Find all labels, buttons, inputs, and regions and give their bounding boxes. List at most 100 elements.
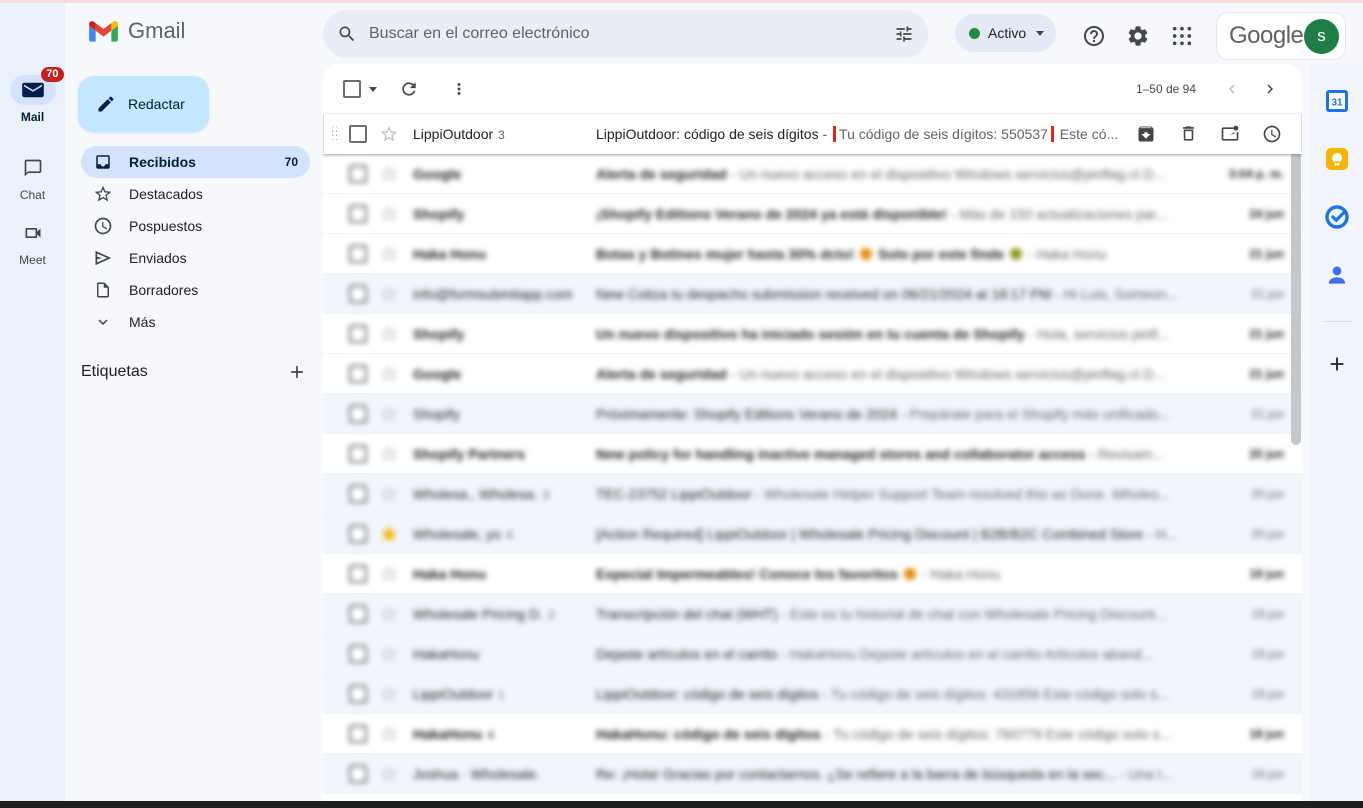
rail-item-chat[interactable]: Chat	[0, 153, 65, 202]
folder-nav: Recibidos 70 Destacados Pospuestos Envia…	[65, 146, 323, 338]
email-checkbox[interactable]	[349, 685, 367, 703]
email-checkbox[interactable]	[349, 445, 367, 463]
select-dropdown-icon[interactable]	[369, 87, 377, 92]
thread-count: 2	[548, 608, 555, 622]
refresh-button[interactable]	[391, 71, 427, 107]
rail-item-meet[interactable]: Meet	[0, 218, 65, 267]
email-row[interactable]: :::::: Haka Honu Botas y Botines mujer h…	[323, 234, 1302, 274]
star-toggle-icon[interactable]	[379, 364, 399, 384]
google-apps-icon[interactable]	[1168, 22, 1196, 50]
email-row[interactable]: :::::: Shopify Próximamente: Shopify Edi…	[323, 394, 1302, 434]
email-checkbox[interactable]	[349, 645, 367, 663]
email-checkbox[interactable]	[349, 325, 367, 343]
sidebar-item-drafts[interactable]: Borradores	[81, 274, 310, 306]
delete-icon[interactable]	[1178, 124, 1198, 144]
mail-unread-badge: 70	[41, 67, 63, 82]
star-toggle-icon[interactable]	[379, 684, 399, 704]
email-checkbox[interactable]	[349, 765, 367, 783]
star-toggle-icon[interactable]	[379, 524, 399, 544]
email-row[interactable]: :::::: Joshua · Wholesale. Re: ¡Hola! Gr…	[323, 754, 1302, 794]
star-toggle-icon[interactable]	[379, 564, 399, 584]
email-row[interactable]: :::::: Google Alerta de seguridad - Un n…	[323, 354, 1302, 394]
select-all-checkbox[interactable]	[343, 80, 361, 98]
star-toggle-icon[interactable]	[379, 404, 399, 424]
email-checkbox[interactable]	[349, 605, 367, 623]
email-row[interactable]: :::::: info@formsubmitapp.com New Cotiza…	[323, 274, 1302, 314]
email-checkbox[interactable]	[349, 565, 367, 583]
email-row[interactable]: :::::: Haka Honu Especial Impermeables! …	[323, 554, 1302, 594]
more-options-button[interactable]	[441, 71, 477, 107]
email-row[interactable]: :::::: Wholesale, yo4 [Action Required] …	[323, 514, 1302, 554]
email-sender: HakaHonu4	[413, 726, 596, 742]
email-row[interactable]: :::::: Wholesale Pricing D.2 Transcripci…	[323, 594, 1302, 634]
avatar[interactable]: s	[1304, 19, 1339, 54]
email-checkbox[interactable]	[349, 405, 367, 423]
email-row[interactable]: :::::: HakaHonu Dejaste artículos en el …	[323, 634, 1302, 674]
email-checkbox[interactable]	[349, 725, 367, 743]
email-row[interactable]: :::::: HakaHonu4 HakaHonu: código de sei…	[323, 714, 1302, 754]
mark-unread-icon[interactable]	[1220, 124, 1240, 144]
email-checkbox[interactable]	[349, 525, 367, 543]
star-toggle-icon[interactable]	[379, 604, 399, 624]
star-toggle-icon[interactable]	[379, 244, 399, 264]
star-toggle-icon[interactable]	[379, 124, 399, 144]
sidebar-item-inbox[interactable]: Recibidos 70	[81, 146, 310, 178]
star-toggle-icon[interactable]	[379, 284, 399, 304]
google-account-chip[interactable]: Google s	[1216, 12, 1346, 60]
tasks-icon[interactable]	[1321, 201, 1353, 233]
help-button[interactable]	[1080, 22, 1108, 50]
labels-title: Etiquetas	[81, 363, 148, 381]
email-date: 21 jun	[1206, 327, 1292, 341]
get-addons-icon[interactable]	[1321, 348, 1353, 380]
email-checkbox[interactable]	[349, 245, 367, 263]
newer-page-button[interactable]	[1216, 73, 1248, 105]
sidebar-item-sent[interactable]: Enviados	[81, 242, 310, 274]
star-toggle-icon[interactable]	[379, 764, 399, 784]
email-date: 19 jun	[1206, 687, 1292, 701]
email-checkbox[interactable]	[349, 125, 367, 143]
email-row[interactable]: :::::: Google Alerta de seguridad - Un n…	[323, 154, 1302, 194]
email-checkbox[interactable]	[349, 485, 367, 503]
settings-button[interactable]	[1124, 22, 1152, 50]
email-row[interactable]: :::::: Shopify Un nuevo dispositivo ha i…	[323, 314, 1302, 354]
star-toggle-icon[interactable]	[379, 204, 399, 224]
email-row[interactable]: :::::: Shopify Partners New policy for h…	[323, 434, 1302, 474]
sidebar-item-starred[interactable]: Destacados	[81, 178, 310, 210]
drag-handle-icon[interactable]: ::::::	[329, 128, 341, 140]
older-page-button[interactable]	[1254, 73, 1286, 105]
email-checkbox[interactable]	[349, 205, 367, 223]
email-sender: Haka Honu	[413, 246, 596, 262]
email-snippet: - HakaHonu Dejaste artículos en el carri…	[777, 646, 1153, 662]
list-scrollbar[interactable]	[1291, 118, 1301, 445]
star-toggle-icon[interactable]	[379, 724, 399, 744]
email-row[interactable]: :::::: LippiOutdoor3 LippiOutdoor: códig…	[323, 114, 1302, 154]
add-label-icon[interactable]	[287, 362, 307, 382]
contacts-icon[interactable]	[1321, 259, 1353, 291]
sidebar-item-snoozed[interactable]: Pospuestos	[81, 210, 310, 242]
email-checkbox[interactable]	[349, 165, 367, 183]
email-row[interactable]: :::::: Wholesa., Wholesa.3 TEC-23752 Lip…	[323, 474, 1302, 514]
archive-icon[interactable]	[1136, 124, 1156, 144]
snooze-icon[interactable]	[1262, 124, 1282, 144]
sidebar-item-more[interactable]: Más	[81, 306, 310, 338]
email-checkbox[interactable]	[349, 285, 367, 303]
status-selector[interactable]: Activo	[955, 14, 1056, 52]
calendar-icon[interactable]: 31	[1321, 85, 1353, 117]
email-row[interactable]: :::::: Shopify ¡Shopify Editions Verano …	[323, 194, 1302, 234]
compose-button[interactable]: Redactar	[78, 76, 209, 132]
search-options-icon[interactable]	[894, 24, 914, 44]
clock-icon	[93, 216, 113, 236]
email-row[interactable]: :::::: LippiOutdoor1 LippiOutdoor: códig…	[323, 674, 1302, 714]
star-toggle-icon[interactable]	[379, 444, 399, 464]
search-bar[interactable]: Buscar en el correo electrónico	[323, 10, 928, 58]
star-toggle-icon[interactable]	[379, 644, 399, 664]
email-checkbox[interactable]	[349, 365, 367, 383]
star-toggle-icon[interactable]	[379, 164, 399, 184]
rail-item-mail[interactable]: 70 Mail	[0, 75, 65, 124]
search-input[interactable]: Buscar en el correo electrónico	[369, 25, 894, 43]
keep-icon[interactable]	[1321, 143, 1353, 175]
email-date: 20 jun	[1206, 447, 1292, 461]
star-toggle-icon[interactable]	[379, 324, 399, 344]
email-sender: Wholesa., Wholesa.3	[413, 486, 596, 502]
star-toggle-icon[interactable]	[379, 484, 399, 504]
